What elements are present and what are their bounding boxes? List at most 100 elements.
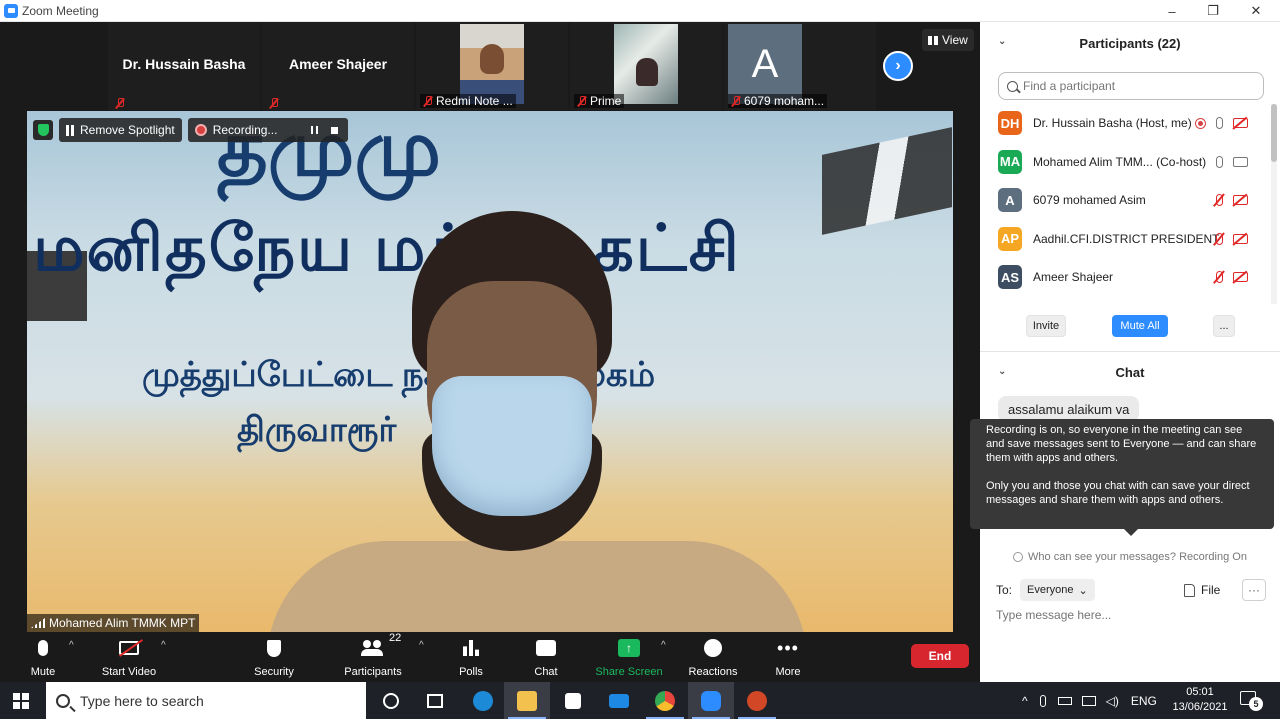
file-label: File — [1201, 583, 1221, 597]
chat-button[interactable]: Chat — [509, 636, 583, 680]
video-off-icon[interactable] — [1233, 272, 1248, 283]
video-options-caret-icon[interactable]: ^ — [161, 640, 166, 651]
more-button[interactable]: ••• More — [751, 636, 825, 680]
participant-row[interactable]: AS Ameer Shajeer — [980, 258, 1270, 297]
mail-icon — [609, 693, 629, 708]
mute-all-button[interactable]: Mute All — [1112, 315, 1168, 337]
clock-date: 13/06/2021 — [1172, 701, 1228, 713]
participants-scrollbar[interactable] — [1271, 104, 1277, 304]
participant-row[interactable]: AP Aadhil.CFI.DISTRICT PRESIDENT — [980, 220, 1270, 259]
taskbar-search[interactable]: Type here to search — [46, 682, 366, 719]
tile-label — [112, 98, 128, 108]
chat-message-area — [996, 606, 1264, 628]
chrome-icon — [655, 690, 675, 711]
participants-options-caret-icon[interactable]: ^ — [419, 640, 424, 651]
zoom-button[interactable] — [688, 682, 734, 719]
side-panel: ⌄ Participants (22) DH Dr. Hussain Basha… — [970, 22, 1280, 682]
stop-recording-button[interactable] — [327, 123, 341, 137]
mail-button[interactable] — [596, 682, 642, 719]
search-icon — [1007, 80, 1018, 92]
share-screen-label: Share Screen — [595, 666, 663, 678]
end-meeting-button[interactable]: End — [911, 644, 969, 668]
gallery-tile[interactable]: Prime — [570, 22, 722, 110]
windows-start-icon[interactable] — [13, 693, 29, 709]
polls-button[interactable]: Polls — [434, 636, 508, 680]
shield-icon — [267, 639, 281, 657]
edge-button[interactable] — [460, 682, 506, 719]
chat-message-input[interactable] — [996, 608, 1264, 622]
minimize-button[interactable]: – — [1152, 0, 1192, 22]
video-off-icon[interactable] — [1233, 118, 1248, 129]
collapse-chevron-icon[interactable]: ⌄ — [998, 36, 1006, 47]
cortana-button[interactable] — [368, 682, 414, 719]
recipient-select[interactable]: Everyone ⌄ — [1020, 579, 1095, 601]
share-options-caret-icon[interactable]: ^ — [661, 640, 666, 651]
video-icon[interactable] — [1233, 156, 1248, 167]
gallery-tile[interactable]: Ameer Shajeer — [262, 22, 414, 110]
language-indicator[interactable]: ENG — [1131, 694, 1157, 708]
video-off-icon[interactable] — [1233, 195, 1248, 206]
audio-options-caret-icon[interactable]: ^ — [69, 640, 74, 651]
participant-search-input[interactable] — [1023, 79, 1253, 93]
powerpoint-button[interactable] — [734, 682, 780, 719]
to-label: To: — [996, 583, 1013, 597]
speaker-mask — [432, 376, 592, 516]
volume-icon[interactable]: ◁) — [1106, 694, 1119, 708]
who-can-see-link[interactable]: Who can see your messages? Recording On — [980, 546, 1280, 568]
battery-icon[interactable] — [1057, 696, 1072, 705]
action-center-button[interactable]: 5 — [1240, 691, 1263, 711]
chrome-button[interactable] — [642, 682, 688, 719]
maximize-button[interactable]: ❐ — [1193, 0, 1233, 22]
windows-taskbar: Type here to search ^ ◁) ENG 05:01 13/06… — [0, 682, 1280, 719]
microphone-icon — [38, 640, 48, 656]
reactions-button[interactable]: Reactions — [676, 636, 750, 680]
start-video-button[interactable]: Start Video — [92, 636, 166, 680]
next-page-arrow-icon[interactable]: › — [883, 51, 913, 81]
video-off-icon[interactable] — [1233, 233, 1248, 244]
encryption-shield-icon[interactable] — [33, 120, 53, 140]
file-explorer-button[interactable] — [504, 682, 550, 719]
gallery-tile[interactable]: Redmi Note ... — [416, 22, 568, 110]
participant-row[interactable]: MA Mohamed Alim TMM... (Co-host) — [980, 143, 1270, 182]
microphone-icon[interactable] — [1039, 694, 1046, 707]
mic-muted-icon[interactable] — [1216, 232, 1223, 245]
participant-row[interactable]: A 6079 mohamed Asim — [980, 181, 1270, 220]
chevron-down-icon: ⌄ — [1078, 584, 1088, 597]
task-view-button[interactable] — [412, 682, 458, 719]
participant-name: Dr. Hussain Basha (Host, me) — [1033, 116, 1192, 131]
cortana-icon — [383, 692, 399, 709]
participant-row[interactable]: DH Dr. Hussain Basha (Host, me) — [980, 104, 1270, 143]
view-button[interactable]: View — [922, 29, 974, 51]
close-button[interactable]: ✕ — [1236, 0, 1276, 22]
share-screen-button[interactable]: ↑ Share Screen — [592, 636, 666, 680]
collapse-chevron-icon[interactable]: ⌄ — [998, 366, 1006, 377]
video-off-icon — [119, 641, 139, 655]
security-button[interactable]: Security — [237, 636, 311, 680]
recording-dot-icon — [194, 124, 207, 136]
show-hidden-icons-icon[interactable]: ^ — [1022, 694, 1028, 708]
pause-recording-button[interactable] — [307, 123, 321, 137]
security-label: Security — [254, 666, 294, 678]
system-tray: ^ ◁) ENG — [1022, 682, 1157, 719]
remove-spotlight-button[interactable]: Remove Spotlight — [59, 118, 182, 142]
participant-actions: Invite Mute All ... — [980, 315, 1280, 339]
tile-label: 6079 moham... — [728, 94, 828, 108]
invite-button[interactable]: Invite — [1026, 315, 1066, 337]
microphone-icon[interactable] — [1216, 155, 1223, 168]
gallery-tile[interactable]: Dr. Hussain Basha — [108, 22, 260, 110]
meeting-toolbar: Mute ^ Start Video ^ Security 22 Partici… — [0, 632, 980, 682]
participant-search[interactable] — [998, 72, 1264, 100]
mic-muted-icon[interactable] — [1216, 194, 1223, 207]
microphone-icon[interactable] — [1216, 117, 1223, 130]
mic-muted-icon[interactable] — [1216, 271, 1223, 284]
file-button[interactable]: File — [1184, 583, 1220, 597]
chat-more-button[interactable]: ··· — [1242, 579, 1266, 601]
more-options-button[interactable]: ... — [1213, 315, 1235, 337]
network-icon[interactable] — [1081, 695, 1096, 706]
clock[interactable]: 05:01 13/06/2021 — [1170, 685, 1230, 715]
gallery-tile[interactable]: A 6079 moham... — [724, 22, 876, 110]
edge-icon — [473, 690, 493, 711]
participants-button[interactable]: 22 Participants — [336, 632, 410, 680]
store-button[interactable] — [550, 682, 596, 719]
speaker-shirt — [267, 541, 807, 632]
